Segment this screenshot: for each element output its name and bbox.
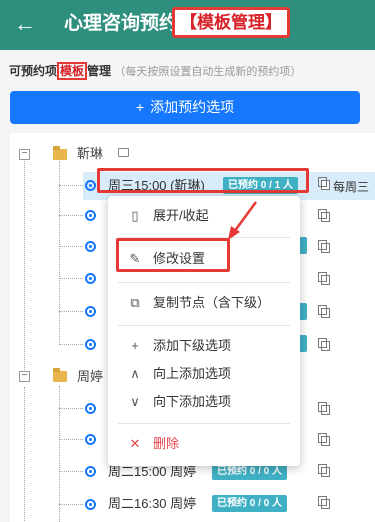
chevron-down-icon: ∨ (130, 394, 140, 409)
radio-node-icon[interactable] (85, 210, 96, 221)
add-option-button[interactable]: + 添加预约选项 (10, 91, 360, 124)
group-label[interactable]: 周婷 (77, 368, 103, 386)
menu-item-add-below[interactable]: ∨ 向下添加选项 (108, 390, 300, 414)
tree-line (59, 215, 83, 216)
menu-item-add-child[interactable]: + 添加下级选项 (108, 334, 300, 358)
copy-icon[interactable] (318, 305, 330, 318)
radio-node-icon[interactable] (85, 306, 96, 317)
radio-node-icon[interactable] (85, 339, 96, 350)
radio-node-icon[interactable] (85, 466, 96, 477)
subtitle-prefix: 可预约项 (9, 64, 58, 78)
tree-line (59, 278, 83, 279)
copy-icon[interactable] (318, 272, 330, 285)
app-header: ← 心理咨询预约 【模板管理】 (0, 0, 375, 50)
copy-icon[interactable] (318, 177, 330, 190)
tree-line (59, 504, 83, 505)
tree-line (59, 439, 83, 440)
section-subtitle: 可预约项 模板 管理 （每天按照设置自动生成新的预约项） (9, 62, 301, 81)
tree-line (24, 156, 25, 378)
subtitle-suffix: 管理 (87, 64, 112, 78)
plus-icon: + (131, 338, 139, 353)
copy-icon[interactable] (318, 402, 330, 415)
selected-item-highlight (97, 168, 309, 193)
radio-node-icon[interactable] (85, 434, 96, 445)
book-icon: ▯ (131, 208, 139, 223)
close-icon: ✕ (129, 436, 141, 451)
folder-icon (53, 146, 67, 160)
booking-badge-edge (299, 237, 307, 254)
subtitle-highlight: 模板 (57, 62, 88, 80)
copy-icon[interactable] (318, 338, 330, 351)
subtitle-note: （每天按照设置自动生成新的预约项） (114, 66, 302, 78)
comment-icon[interactable] (118, 148, 129, 157)
weekly-note: 每周三 (333, 180, 370, 194)
menu-divider (118, 325, 290, 326)
booking-badge-edge (299, 303, 307, 320)
tree-line (59, 311, 83, 312)
annotation-arrow-icon (228, 201, 258, 240)
plus-icon: + (135, 99, 145, 115)
template-management-badge: 【模板管理】 (172, 7, 290, 38)
folder-icon (53, 368, 67, 382)
group-label[interactable]: 靳琳 (77, 145, 103, 163)
menu-item-copy-node[interactable]: ⧉ 复制节点（含下级） (108, 291, 300, 315)
collapse-toggle[interactable]: − (19, 371, 30, 382)
back-arrow-icon[interactable]: ← (14, 10, 38, 38)
copy-icon[interactable] (318, 209, 330, 222)
booking-badge-edge (299, 335, 307, 352)
tree-line (59, 471, 83, 472)
tree-line (59, 344, 83, 345)
copy-icon[interactable] (318, 464, 330, 477)
chevron-up-icon: ∧ (130, 366, 140, 381)
tree-line (59, 161, 60, 345)
radio-node-icon (85, 180, 96, 191)
collapse-toggle[interactable]: − (19, 149, 30, 160)
copy-icon: ⧉ (130, 295, 140, 310)
radio-node-icon[interactable] (85, 403, 96, 414)
tree-line (59, 408, 83, 409)
tree-line (24, 387, 25, 522)
copy-icon[interactable] (318, 433, 330, 446)
edit-settings-highlight (116, 238, 230, 272)
menu-divider (118, 423, 290, 424)
copy-icon[interactable] (318, 496, 330, 509)
tree-line (59, 246, 83, 247)
radio-node-icon[interactable] (85, 241, 96, 252)
menu-item-expand-collapse[interactable]: ▯ 展开/收起 (108, 204, 300, 228)
tree-line (59, 185, 83, 186)
copy-icon[interactable] (318, 240, 330, 253)
menu-item-delete[interactable]: ✕ 删除 (108, 432, 300, 456)
menu-item-add-above[interactable]: ∧ 向上添加选项 (108, 362, 300, 386)
menu-divider (118, 282, 290, 283)
context-menu: ▯ 展开/收起 ✎ 修改设置 ⧉ 复制节点（含下级） + 添加下级选项 ∧ 向上… (108, 196, 300, 466)
page-title: 心理咨询预约 (64, 13, 179, 34)
tree-item-label[interactable]: 周二16:30 周婷 (108, 495, 196, 513)
radio-node-icon[interactable] (85, 499, 96, 510)
add-option-label: 添加预约选项 (150, 99, 235, 115)
booking-badge: 已预约 0 / 0 人 (212, 495, 288, 512)
radio-node-icon[interactable] (85, 273, 96, 284)
tree-line (59, 386, 60, 522)
